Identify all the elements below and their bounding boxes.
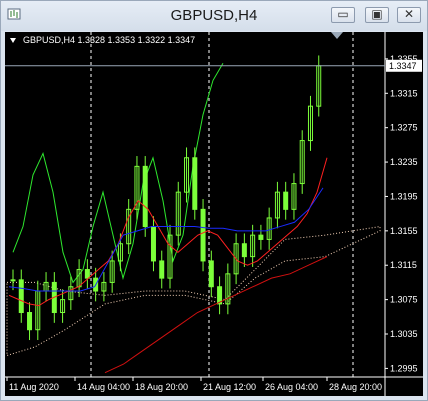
title-bar[interactable]: GBPUSD,H4 ▭ ▣ ✕ — [1, 1, 427, 31]
price-tick-label: 1.2995 — [390, 363, 418, 373]
restore-button[interactable]: ▣ — [365, 7, 389, 23]
price-tick-label: 1.3035 — [390, 329, 418, 339]
chart-canvas[interactable]: 1.33551.33151.32751.32351.31951.31551.31… — [5, 32, 423, 396]
candle-body — [283, 191, 289, 210]
candle-body — [241, 243, 247, 258]
price-tick-label: 1.3275 — [390, 123, 418, 133]
symbol-dropdown-icon[interactable] — [10, 38, 16, 43]
candle-body — [159, 260, 165, 279]
symbol-ohlc-label: GBPUSD,H4 1.3328 1.3353 1.3322 1.3347 — [23, 35, 196, 45]
candle-body — [84, 269, 90, 279]
candle-body — [258, 234, 264, 240]
candle-body — [200, 208, 206, 262]
time-tick-label: 14 Aug 04:00 — [77, 382, 130, 392]
price-tick-label: 1.3155 — [390, 226, 418, 236]
minimize-icon: ▭ — [337, 7, 349, 21]
price-tick-label: 1.3195 — [390, 191, 418, 201]
minimize-button[interactable]: ▭ — [331, 7, 355, 23]
candle-body — [18, 279, 24, 314]
chart-shift-marker-icon — [331, 32, 343, 39]
senkou-line — [104, 256, 328, 374]
chart-window: GBPUSD,H4 ▭ ▣ ✕ GBPUSD,H4 1.3328 1.3353 … — [0, 0, 428, 401]
candle-body — [150, 226, 156, 262]
close-button[interactable]: ✕ — [397, 7, 421, 23]
time-tick-label: 28 Aug 20:00 — [329, 382, 382, 392]
candle-body — [208, 260, 214, 288]
candle-body — [192, 157, 198, 210]
price-tick-label: 1.3075 — [390, 295, 418, 305]
candle-body — [142, 165, 148, 228]
price-chart[interactable]: GBPUSD,H4 1.3328 1.3353 1.3322 1.3347 1.… — [5, 32, 423, 396]
candle-body — [10, 279, 16, 282]
time-tick-label: 11 Aug 2020 — [9, 382, 59, 392]
restore-icon: ▣ — [371, 7, 383, 21]
window-title: GBPUSD,H4 — [170, 7, 258, 24]
time-tick-label: 21 Aug 12:00 — [203, 382, 256, 392]
price-tick-label: 1.3115 — [390, 260, 417, 270]
candle-body — [27, 312, 33, 331]
current-price-label: 1.3347 — [389, 61, 417, 71]
price-tick-label: 1.3235 — [390, 157, 418, 167]
price-tick-label: 1.3315 — [390, 88, 418, 98]
time-tick-label: 18 Aug 20:00 — [135, 382, 188, 392]
close-icon: ✕ — [403, 7, 415, 21]
time-tick-label: 26 Aug 04:00 — [265, 382, 318, 392]
